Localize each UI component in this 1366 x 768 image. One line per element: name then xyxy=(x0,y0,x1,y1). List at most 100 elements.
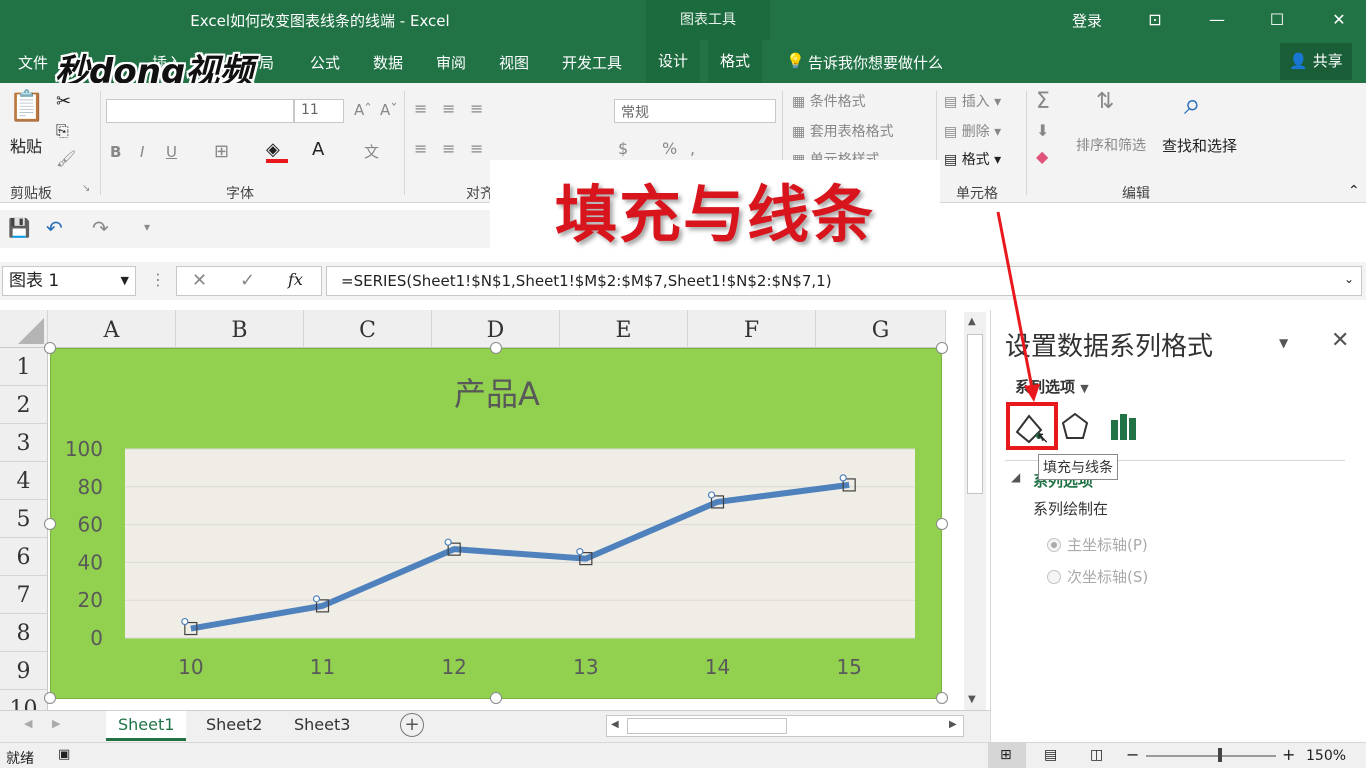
row-header[interactable]: 2 xyxy=(0,386,48,424)
resize-handle[interactable] xyxy=(44,518,56,530)
row-header[interactable]: 1 xyxy=(0,348,48,386)
secondary-axis-radio[interactable] xyxy=(1047,570,1061,584)
vertical-scrollbar[interactable]: ▲ ▼ xyxy=(964,312,986,712)
minimize-icon[interactable]: — xyxy=(1202,6,1232,34)
expand-formula-icon[interactable]: ⌄ xyxy=(1344,272,1354,286)
page-layout-icon[interactable]: ▤ xyxy=(1044,747,1057,763)
sheet-tab-sheet2[interactable]: Sheet2 xyxy=(194,711,274,741)
column-header[interactable]: B xyxy=(176,310,304,348)
tab-file[interactable]: 文件 xyxy=(18,52,48,73)
save-icon[interactable]: 💾 xyxy=(8,218,30,239)
name-box[interactable]: 图表 1 ▼ xyxy=(2,266,136,296)
row-header[interactable]: 7 xyxy=(0,576,48,614)
add-sheet-icon[interactable]: + xyxy=(400,713,424,737)
formula-input[interactable]: =SERIES(Sheet1!$N$1,Sheet1!$M$2:$M$7,She… xyxy=(326,266,1362,296)
scroll-up-icon[interactable]: ▲ xyxy=(968,316,976,327)
h-scroll-thumb[interactable] xyxy=(627,718,787,734)
resize-handle[interactable] xyxy=(490,692,502,704)
zoom-out-icon[interactable]: − xyxy=(1126,745,1139,764)
pane-options-icon[interactable]: ▼ xyxy=(1279,336,1288,350)
section-collapse-icon[interactable]: ◢ xyxy=(1011,470,1020,484)
percent-icon[interactable]: % xyxy=(662,139,677,158)
zoom-slider[interactable] xyxy=(1146,755,1276,757)
sheet-tab-sheet3[interactable]: Sheet3 xyxy=(282,711,362,741)
align-middle-icon[interactable]: ≡ xyxy=(442,99,455,118)
align-left-icon[interactable]: ≡ xyxy=(414,139,427,158)
column-header[interactable]: G xyxy=(816,310,946,348)
scroll-right-icon[interactable]: ▶ xyxy=(949,719,957,730)
zoom-in-icon[interactable]: + xyxy=(1282,745,1295,764)
sort-filter-button[interactable]: 排序和筛选 xyxy=(1076,135,1146,155)
ribbon-display-icon[interactable]: ⊡ xyxy=(1140,6,1170,34)
clear-icon[interactable]: ◆ xyxy=(1036,147,1048,166)
redo-icon[interactable]: ↷ xyxy=(92,216,109,240)
tab-data[interactable]: 数据 xyxy=(373,52,403,73)
zoom-slider-thumb[interactable] xyxy=(1218,748,1222,762)
copy-icon[interactable]: ⎘ xyxy=(56,121,69,141)
row-header[interactable]: 8 xyxy=(0,614,48,652)
column-header[interactable]: C xyxy=(304,310,432,348)
select-all-corner[interactable] xyxy=(0,310,48,348)
column-header[interactable]: F xyxy=(688,310,816,348)
chart-area[interactable]: 产品A 0 20 40 60 80 100 10 11 12 13 14 15 xyxy=(44,342,948,704)
zoom-level[interactable]: 150% xyxy=(1306,748,1346,764)
line-chart[interactable]: 产品A 0 20 40 60 80 100 10 11 12 13 14 15 xyxy=(51,349,943,700)
currency-icon[interactable]: $ xyxy=(618,139,628,158)
font-color-icon[interactable]: A xyxy=(312,139,324,160)
name-box-dropdown-icon[interactable]: ▼ xyxy=(121,267,129,295)
autosum-icon[interactable]: Σ xyxy=(1036,89,1050,114)
phonetic-icon[interactable]: 文 xyxy=(364,141,379,162)
tell-me-search[interactable]: 告诉我你想要做什么 xyxy=(808,52,943,73)
resize-handle[interactable] xyxy=(44,342,56,354)
find-select-button[interactable]: 查找和选择 xyxy=(1162,135,1237,156)
close-pane-icon[interactable]: ✕ xyxy=(1331,328,1349,353)
align-right-icon[interactable]: ≡ xyxy=(470,139,483,158)
align-bottom-icon[interactable]: ≡ xyxy=(470,99,483,118)
delete-cells-button[interactable]: ▤ 删除 ▾ xyxy=(944,121,1001,141)
paste-button[interactable]: 粘贴 xyxy=(10,133,42,157)
normal-view-icon[interactable]: ⊞ xyxy=(1000,747,1012,763)
resize-handle[interactable] xyxy=(44,692,56,704)
comma-icon[interactable]: , xyxy=(690,139,695,158)
resize-handle[interactable] xyxy=(936,692,948,704)
prev-sheet-icon[interactable]: ◀ xyxy=(24,717,32,730)
undo-icon[interactable]: ↶ xyxy=(46,216,63,240)
row-header[interactable]: 4 xyxy=(0,462,48,500)
bold-icon[interactable]: B xyxy=(110,143,121,161)
scroll-left-icon[interactable]: ◀ xyxy=(611,719,619,730)
tab-format[interactable]: 格式 xyxy=(708,40,763,83)
number-format-select[interactable]: 常规 xyxy=(614,99,776,123)
tab-view[interactable]: 视图 xyxy=(499,52,529,73)
cut-icon[interactable]: ✂ xyxy=(56,91,71,112)
conditional-format-button[interactable]: ▦ 条件格式 xyxy=(792,91,866,111)
tab-review[interactable]: 审阅 xyxy=(436,52,466,73)
confirm-edit-icon[interactable]: ✓ xyxy=(240,270,255,291)
macro-record-icon[interactable]: ▣ xyxy=(58,747,70,762)
next-sheet-icon[interactable]: ▶ xyxy=(52,717,60,730)
border-icon[interactable]: ⊞ xyxy=(214,141,229,162)
italic-icon[interactable]: I xyxy=(140,143,144,161)
scroll-thumb[interactable] xyxy=(967,334,983,494)
resize-handle[interactable] xyxy=(490,342,502,354)
series-options-tab[interactable] xyxy=(1103,406,1147,448)
format-painter-icon[interactable]: 🖌 xyxy=(56,149,76,168)
share-button[interactable]: 👤 共享 xyxy=(1280,43,1352,80)
paste-icon[interactable]: 📋 xyxy=(8,89,45,124)
maximize-icon[interactable]: ☐ xyxy=(1262,6,1292,34)
format-cells-button[interactable]: ▤ 格式 ▾ xyxy=(944,149,1001,169)
font-size-field[interactable]: 11 xyxy=(294,99,344,123)
login-link[interactable]: 登录 xyxy=(1072,10,1102,31)
find-icon[interactable]: ⌕ xyxy=(1184,87,1201,122)
effects-tab[interactable] xyxy=(1055,406,1099,448)
fill-down-icon[interactable]: ⬇ xyxy=(1036,121,1049,140)
row-header[interactable]: 10 xyxy=(0,690,48,710)
insert-function-icon[interactable]: fx xyxy=(288,270,303,289)
row-header[interactable]: 3 xyxy=(0,424,48,462)
table-format-button[interactable]: ▦ 套用表格格式 xyxy=(792,121,894,141)
align-top-icon[interactable]: ≡ xyxy=(414,99,427,118)
resize-handle[interactable] xyxy=(936,518,948,530)
close-window-icon[interactable]: ✕ xyxy=(1324,6,1354,34)
customize-qat-icon[interactable]: ▾ xyxy=(144,220,150,234)
underline-icon[interactable]: U xyxy=(166,143,177,161)
row-header[interactable]: 9 xyxy=(0,652,48,690)
